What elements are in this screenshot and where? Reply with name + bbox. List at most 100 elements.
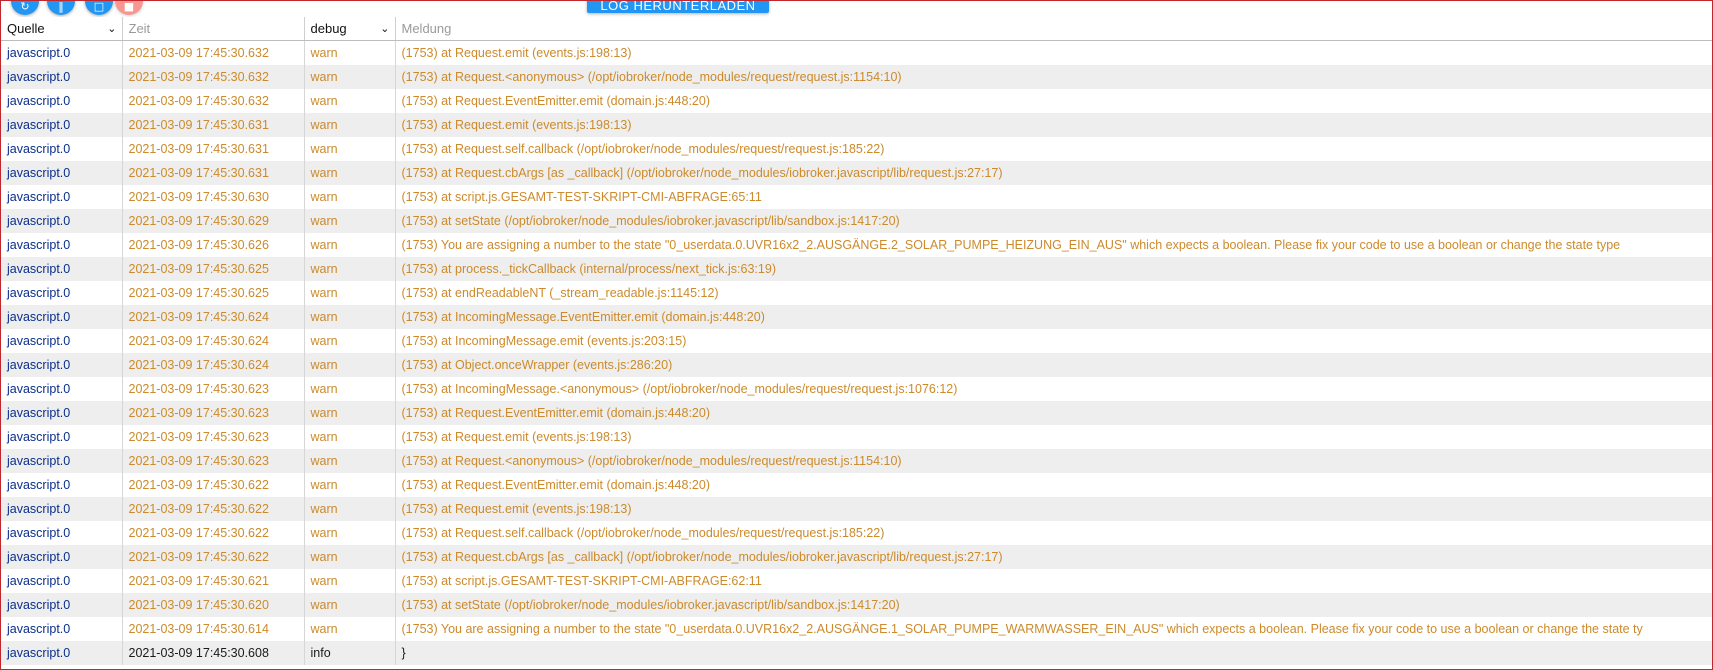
log-source-cell: javascript.0	[1, 40, 123, 65]
log-row: javascript.0 2021-03-09 17:45:30.631 warn(…	[1, 137, 1712, 161]
log-severity-cell: warn	[304, 40, 396, 65]
log-source-cell: javascript.0	[1, 233, 123, 257]
log-message-cell: (1753) at process._tickCallback (interna…	[395, 257, 1712, 281]
log-source-cell: javascript.0	[1, 425, 123, 449]
log-row: javascript.0 2021-03-09 17:45:30.629 warn(…	[1, 209, 1712, 233]
log-source-cell: javascript.0	[1, 353, 123, 377]
log-source-cell: javascript.0	[1, 161, 123, 185]
severity-filter-select[interactable]: debug ⌄	[305, 17, 395, 40]
log-severity-cell: warn	[304, 449, 396, 473]
log-message-cell: (1753) at Object.onceWrapper (events.js:…	[395, 353, 1712, 377]
log-message-cell: (1753) at Request.emit (events.js:198:13…	[395, 113, 1712, 137]
log-time-cell: 2021-03-09 17:45:30.625	[122, 281, 305, 305]
log-source-cell: javascript.0	[1, 65, 123, 89]
download-log-button[interactable]: LOG HERUNTERLADEN	[587, 1, 769, 13]
log-time-cell: 2021-03-09 17:45:30.623	[122, 449, 305, 473]
log-time-cell: 2021-03-09 17:45:30.623	[122, 377, 305, 401]
log-source-cell: javascript.0	[1, 449, 123, 473]
log-message-cell: (1753) You are assigning a number to the…	[395, 617, 1712, 641]
log-source-cell: javascript.0	[1, 281, 123, 305]
log-time-cell: 2021-03-09 17:45:30.625	[122, 257, 305, 281]
log-window: ↻ ‖ □ ■ LOG HERUNTERLADEN Quelle ⌄ Zeit …	[0, 0, 1713, 670]
log-message-cell: (1753) at Request.EventEmitter.emit (dom…	[395, 401, 1712, 425]
log-message-cell: (1753) at Request.emit (events.js:198:13…	[395, 497, 1712, 521]
log-time-cell: 2021-03-09 17:45:30.614	[122, 617, 305, 641]
source-filter-value: Quelle	[7, 21, 45, 36]
severity-filter-header: debug ⌄	[304, 17, 396, 41]
message-filter-header	[395, 17, 1712, 41]
log-time-cell: 2021-03-09 17:45:30.630	[122, 185, 305, 209]
severity-filter-value: debug	[310, 21, 347, 36]
log-row: javascript.0 2021-03-09 17:45:30.622 warn(…	[1, 497, 1712, 521]
log-table: Quelle ⌄ debug ⌄	[1, 17, 1712, 665]
log-rows: javascript.0 2021-03-09 17:45:30.632 warn(…	[1, 40, 1712, 665]
log-source-cell: javascript.0	[1, 473, 123, 497]
log-row: javascript.0 2021-03-09 17:45:30.631 warn(…	[1, 113, 1712, 137]
log-severity-cell: warn	[304, 497, 396, 521]
log-row: javascript.0 2021-03-09 17:45:30.624 warn(…	[1, 329, 1712, 353]
log-severity-cell: info	[304, 641, 396, 665]
log-time-cell: 2021-03-09 17:45:30.632	[122, 89, 305, 113]
log-severity-cell: warn	[304, 257, 396, 281]
source-filter-header: Quelle ⌄	[1, 17, 123, 41]
log-severity-cell: warn	[304, 185, 396, 209]
log-severity-cell: warn	[304, 545, 396, 569]
time-filter-header	[122, 17, 305, 41]
log-row: javascript.0 2021-03-09 17:45:30.632 warn(…	[1, 65, 1712, 89]
log-source-cell: javascript.0	[1, 185, 123, 209]
log-severity-cell: warn	[304, 233, 396, 257]
log-source-cell: javascript.0	[1, 113, 123, 137]
log-row: javascript.0 2021-03-09 17:45:30.626 warn(…	[1, 233, 1712, 257]
log-row: javascript.0 2021-03-09 17:45:30.625 warn(…	[1, 257, 1712, 281]
pause-button[interactable]: ‖	[47, 0, 75, 15]
delete-button[interactable]: ■	[115, 1, 143, 15]
log-row: javascript.0 2021-03-09 17:45:30.624 warn(…	[1, 353, 1712, 377]
log-source-cell: javascript.0	[1, 593, 123, 617]
log-message-cell: (1753) at Request.emit (events.js:198:13…	[395, 40, 1712, 65]
log-severity-cell: warn	[304, 473, 396, 497]
log-message-cell: (1753) at setState (/opt/iobroker/node_m…	[395, 209, 1712, 233]
log-time-cell: 2021-03-09 17:45:30.622	[122, 545, 305, 569]
clear-button[interactable]: □	[85, 1, 113, 15]
source-filter-select[interactable]: Quelle ⌄	[1, 17, 122, 40]
refresh-button[interactable]: ↻	[11, 0, 39, 15]
log-time-cell: 2021-03-09 17:45:30.624	[122, 353, 305, 377]
log-table-header: Quelle ⌄ debug ⌄	[1, 17, 1712, 41]
log-row: javascript.0 2021-03-09 17:45:30.622 warn(…	[1, 521, 1712, 545]
log-source-cell: javascript.0	[1, 497, 123, 521]
log-source-cell: javascript.0	[1, 521, 123, 545]
log-time-cell: 2021-03-09 17:45:30.623	[122, 425, 305, 449]
time-filter-input[interactable]	[128, 21, 298, 36]
log-row: javascript.0 2021-03-09 17:45:30.625 warn(…	[1, 281, 1712, 305]
log-message-cell: (1753) at Request.self.callback (/opt/io…	[395, 137, 1712, 161]
log-time-cell: 2021-03-09 17:45:30.632	[122, 40, 305, 65]
log-source-cell: javascript.0	[1, 257, 123, 281]
log-source-cell: javascript.0	[1, 89, 123, 113]
log-time-cell: 2021-03-09 17:45:30.621	[122, 569, 305, 593]
pause-icon: ‖	[58, 0, 64, 13]
log-time-cell: 2021-03-09 17:45:30.631	[122, 161, 305, 185]
log-row: javascript.0 2021-03-09 17:45:30.624 warn(…	[1, 305, 1712, 329]
message-filter-input[interactable]	[401, 21, 1706, 36]
log-time-cell: 2021-03-09 17:45:30.622	[122, 497, 305, 521]
log-severity-cell: warn	[304, 617, 396, 641]
log-source-cell: javascript.0	[1, 641, 123, 665]
log-time-cell: 2021-03-09 17:45:30.620	[122, 593, 305, 617]
log-source-cell: javascript.0	[1, 377, 123, 401]
log-severity-cell: warn	[304, 593, 396, 617]
log-time-cell: 2021-03-09 17:45:30.629	[122, 209, 305, 233]
log-message-cell: (1753) at IncomingMessage.emit (events.j…	[395, 329, 1712, 353]
log-source-cell: javascript.0	[1, 617, 123, 641]
log-row: javascript.0 2021-03-09 17:45:30.630 warn(…	[1, 185, 1712, 209]
log-source-cell: javascript.0	[1, 305, 123, 329]
log-severity-cell: warn	[304, 521, 396, 545]
log-message-cell: }	[395, 641, 1712, 665]
log-severity-cell: warn	[304, 89, 396, 113]
log-message-cell: (1753) at IncomingMessage.<anonymous> (/…	[395, 377, 1712, 401]
log-message-cell: (1753) at Request.cbArgs [as _callback] …	[395, 545, 1712, 569]
chevron-down-icon: ⌄	[107, 22, 117, 35]
log-severity-cell: warn	[304, 137, 396, 161]
log-severity-cell: warn	[304, 281, 396, 305]
log-message-cell: (1753) at Request.self.callback (/opt/io…	[395, 521, 1712, 545]
refresh-icon: ↻	[20, 0, 30, 13]
